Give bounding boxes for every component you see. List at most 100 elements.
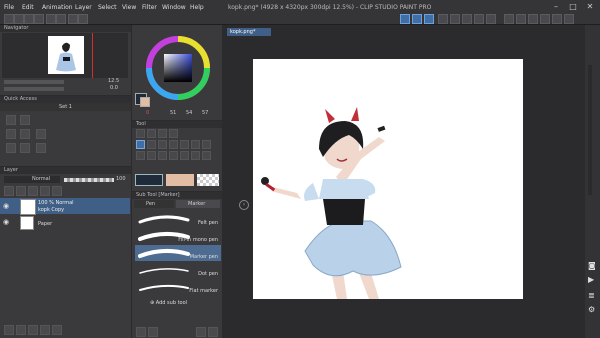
sub-tool-tab-marker[interactable]: Marker (176, 200, 220, 208)
canvas[interactable] (253, 59, 523, 299)
tool-operation-icon[interactable] (169, 129, 178, 138)
layer-tool-icon[interactable] (40, 186, 50, 196)
layer-tool-icon[interactable] (16, 186, 26, 196)
canvas-tab[interactable]: kopk.png* (227, 28, 271, 36)
eye-icon[interactable]: ◉ (3, 202, 9, 210)
menu-help[interactable]: Help (190, 4, 204, 11)
toolbar-button[interactable] (450, 14, 460, 24)
menu-layer[interactable]: Layer (75, 4, 92, 11)
tool-decoration-icon[interactable] (191, 140, 200, 149)
tool-fill-icon[interactable] (147, 151, 156, 160)
quick-tool-icon[interactable] (20, 115, 30, 125)
layer-tool-icon[interactable] (4, 186, 14, 196)
sub-tool-bottom-icon[interactable] (208, 327, 218, 337)
sub-tool-item[interactable]: Flat marker (135, 279, 221, 295)
toolbar-button[interactable] (486, 14, 496, 24)
toolbar-button[interactable] (504, 14, 514, 24)
close-button[interactable]: ✕ (582, 2, 598, 12)
quick-tool-icon[interactable] (36, 143, 46, 153)
main-color-indicator[interactable] (135, 174, 163, 186)
toolbar-button[interactable] (564, 14, 574, 24)
rotate-slider[interactable] (4, 87, 64, 91)
camera-icon[interactable]: ◙ (588, 261, 596, 270)
tool-blend-icon[interactable] (136, 151, 145, 160)
toolbar-button[interactable] (24, 14, 34, 24)
layer-bottom-icon[interactable] (4, 325, 14, 335)
sub-tool-item[interactable]: Dot pen (135, 262, 221, 278)
toolbar-button[interactable] (56, 14, 66, 24)
tool-pen-icon[interactable] (147, 140, 156, 149)
toolbar-button[interactable] (68, 14, 78, 24)
quick-tool-icon[interactable] (36, 129, 46, 139)
sub-tool-tab-pen[interactable]: Pen (134, 200, 174, 208)
sub-tool-item-selected[interactable]: Marker pen (135, 245, 221, 261)
opacity-slider[interactable] (64, 178, 114, 182)
menu-filter[interactable]: Filter (142, 4, 157, 11)
layer-tool-icon[interactable] (28, 186, 38, 196)
tool-pencil-icon[interactable] (158, 140, 167, 149)
gear-icon[interactable]: ⚙ (588, 305, 595, 314)
tool-marker-icon[interactable] (136, 140, 145, 149)
video-icon[interactable]: ▶ (588, 275, 594, 284)
tool-text-icon[interactable] (191, 151, 200, 160)
layer-bottom-icon[interactable] (16, 325, 26, 335)
tool-hand-icon[interactable] (158, 129, 167, 138)
toolbar-button[interactable] (46, 14, 56, 24)
toolbar-button[interactable] (528, 14, 538, 24)
expand-left-icon[interactable]: › (239, 200, 249, 210)
layer-bottom-icon[interactable] (28, 325, 38, 335)
toolbar-button[interactable] (516, 14, 526, 24)
blend-mode-select[interactable]: Normal (4, 176, 60, 183)
quick-tool-icon[interactable] (6, 115, 16, 125)
quick-tool-icon[interactable] (20, 129, 30, 139)
toolbar-button[interactable] (14, 14, 24, 24)
toolbar-button[interactable] (78, 14, 88, 24)
minimize-button[interactable]: – (548, 2, 564, 12)
quick-tool-icon[interactable] (6, 143, 16, 153)
layer-bottom-icon[interactable] (40, 325, 50, 335)
layer-row[interactable]: ◉ Paper (0, 215, 130, 230)
menu-animation[interactable]: Animation (42, 4, 73, 11)
quick-tool-icon[interactable] (20, 143, 30, 153)
menu-edit[interactable]: Edit (22, 4, 34, 11)
toolbar-button[interactable] (474, 14, 484, 24)
toolbar-button-active[interactable] (424, 14, 434, 24)
layer-row-selected[interactable]: ◉ 100 % Normal kopk Copy (0, 198, 130, 215)
sub-tool-bottom-icon[interactable] (148, 327, 158, 337)
tool-gradient-icon[interactable] (158, 151, 167, 160)
toolbar-button[interactable] (438, 14, 448, 24)
maximize-button[interactable]: □ (565, 2, 581, 12)
tool-zoom-icon[interactable] (136, 129, 145, 138)
eye-icon[interactable]: ◉ (3, 218, 9, 226)
zoom-slider[interactable] (4, 80, 64, 84)
toolbar-button-active[interactable] (412, 14, 422, 24)
tool-eraser-icon[interactable] (202, 140, 211, 149)
toolbar-button[interactable] (34, 14, 44, 24)
color-wheel[interactable] (145, 35, 211, 101)
tool-airbrush-icon[interactable] (180, 140, 189, 149)
layers-icon[interactable]: ≣ (588, 291, 595, 300)
tool-move-icon[interactable] (147, 129, 156, 138)
menu-window[interactable]: Window (162, 4, 186, 11)
sub-tool-item[interactable]: Felt pen (135, 211, 221, 227)
transparent-color-indicator[interactable] (197, 174, 219, 186)
layer-bottom-icon[interactable] (52, 325, 62, 335)
menu-view[interactable]: View (122, 4, 136, 11)
menu-select[interactable]: Select (98, 4, 117, 11)
sub-color-swatch[interactable] (140, 97, 150, 107)
sub-tool-bottom-icon[interactable] (136, 327, 146, 337)
add-sub-tool-button[interactable]: ⊕ Add sub tool (150, 300, 187, 306)
sub-tool-bottom-icon[interactable] (196, 327, 206, 337)
canvas-area[interactable]: kopk.png* › (225, 25, 585, 338)
quick-tool-icon[interactable] (6, 129, 16, 139)
sub-color-indicator[interactable] (166, 174, 194, 186)
tool-balloon-icon[interactable] (202, 151, 211, 160)
toolbar-button[interactable] (552, 14, 562, 24)
tool-figure-icon[interactable] (169, 151, 178, 160)
tool-brush-icon[interactable] (169, 140, 178, 149)
tool-ruler-icon[interactable] (180, 151, 189, 160)
menu-file[interactable]: File (4, 4, 14, 11)
toolbar-button[interactable] (540, 14, 550, 24)
layer-tool-icon[interactable] (52, 186, 62, 196)
quick-access-set[interactable]: Set 1 (0, 103, 131, 111)
